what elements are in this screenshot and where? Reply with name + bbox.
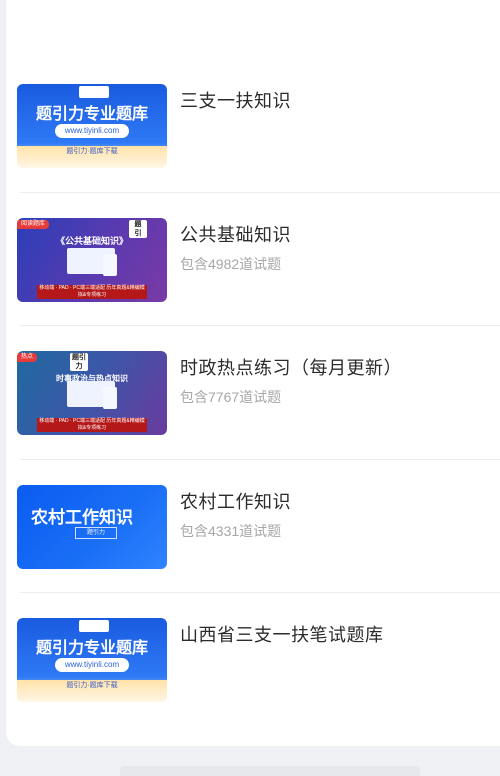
thumbnail-band-text: 移动端 · PAD · PC端三端适配 历年真题&精编模拟&专项练习: [37, 418, 147, 433]
list-item[interactable]: 热点 题引力 时事政治与热点知识 移动端 · PAD · PC端三端适配 历年真…: [17, 351, 500, 485]
thumbnail-badge: 阅读题库: [17, 219, 50, 229]
thumbnail-footer-text: 题引力·题库下载: [66, 148, 118, 155]
divider: [20, 325, 500, 327]
phone-icon: [103, 387, 117, 410]
bottom-edge: [120, 766, 420, 776]
thumbnail-heading: 农村工作知识: [31, 507, 133, 527]
brand-logo-icon: [79, 86, 109, 98]
item-title[interactable]: 山西省三支一扶笔试题库: [180, 621, 384, 647]
item-question-count: 包含4982道试题: [180, 255, 282, 272]
item-title[interactable]: 农村工作知识: [180, 488, 291, 514]
item-title[interactable]: 三支一扶知识: [180, 87, 291, 113]
question-bank-list: 题引力专业题库 www.tiyinli.com 题引力·题库下载 三支一扶知识 …: [17, 84, 500, 752]
thumbnail-band-text: 移动端 · PAD · PC端三端适配 历年真题&精编模拟&专项练习: [37, 284, 147, 299]
list-item[interactable]: 题引力专业题库 www.tiyinli.com 题引力·题库下载 山西省三支一扶…: [17, 618, 500, 752]
course-thumbnail[interactable]: 题引力专业题库 www.tiyinli.com 题引力·题库下载: [17, 618, 167, 703]
course-thumbnail[interactable]: 题引力专业题库 www.tiyinli.com 题引力·题库下载: [17, 84, 167, 168]
thumbnail-brand-box: 题引力: [75, 526, 117, 539]
list-item[interactable]: 题引力专业题库 www.tiyinli.com 题引力·题库下载 三支一扶知识: [17, 84, 500, 218]
divider: [20, 458, 500, 460]
thumbnail-heading: 题引力专业题库: [35, 640, 148, 658]
item-question-count: 包含4331道试题: [180, 522, 282, 539]
thumbnail-badge: 热点: [17, 353, 38, 363]
course-thumbnail[interactable]: 阅读题库 题引 《公共基础知识》 移动端 · PAD · PC端三端适配 历年真…: [17, 217, 167, 302]
thumbnail-footer-text: 题引力·题库下载: [66, 682, 118, 690]
brand-logo-icon: 题引力: [70, 353, 88, 372]
thumbnail-heading: 题引力专业题库: [35, 106, 148, 123]
item-title[interactable]: 公共基础知识: [180, 221, 291, 247]
thumbnail-url: www.tiyinli.com: [55, 658, 129, 673]
course-thumbnail[interactable]: 热点 题引力 时事政治与热点知识 移动端 · PAD · PC端三端适配 历年真…: [17, 351, 167, 436]
brand-logo-icon: [79, 620, 109, 633]
thumbnail-heading: 《公共基础知识》: [55, 235, 128, 246]
phone-icon: [103, 253, 117, 276]
course-thumbnail[interactable]: 农村工作知识 题引力: [17, 484, 167, 569]
item-question-count: 包含7767道试题: [180, 389, 282, 406]
item-title[interactable]: 时政热点练习（每月更新）: [180, 354, 402, 380]
divider: [20, 592, 500, 594]
list-item[interactable]: 阅读题库 题引 《公共基础知识》 移动端 · PAD · PC端三端适配 历年真…: [17, 217, 500, 352]
thumbnail-url: www.tiyinli.com: [55, 124, 129, 138]
list-item[interactable]: 农村工作知识 题引力 农村工作知识 包含4331道试题: [17, 484, 500, 619]
divider: [20, 191, 500, 193]
